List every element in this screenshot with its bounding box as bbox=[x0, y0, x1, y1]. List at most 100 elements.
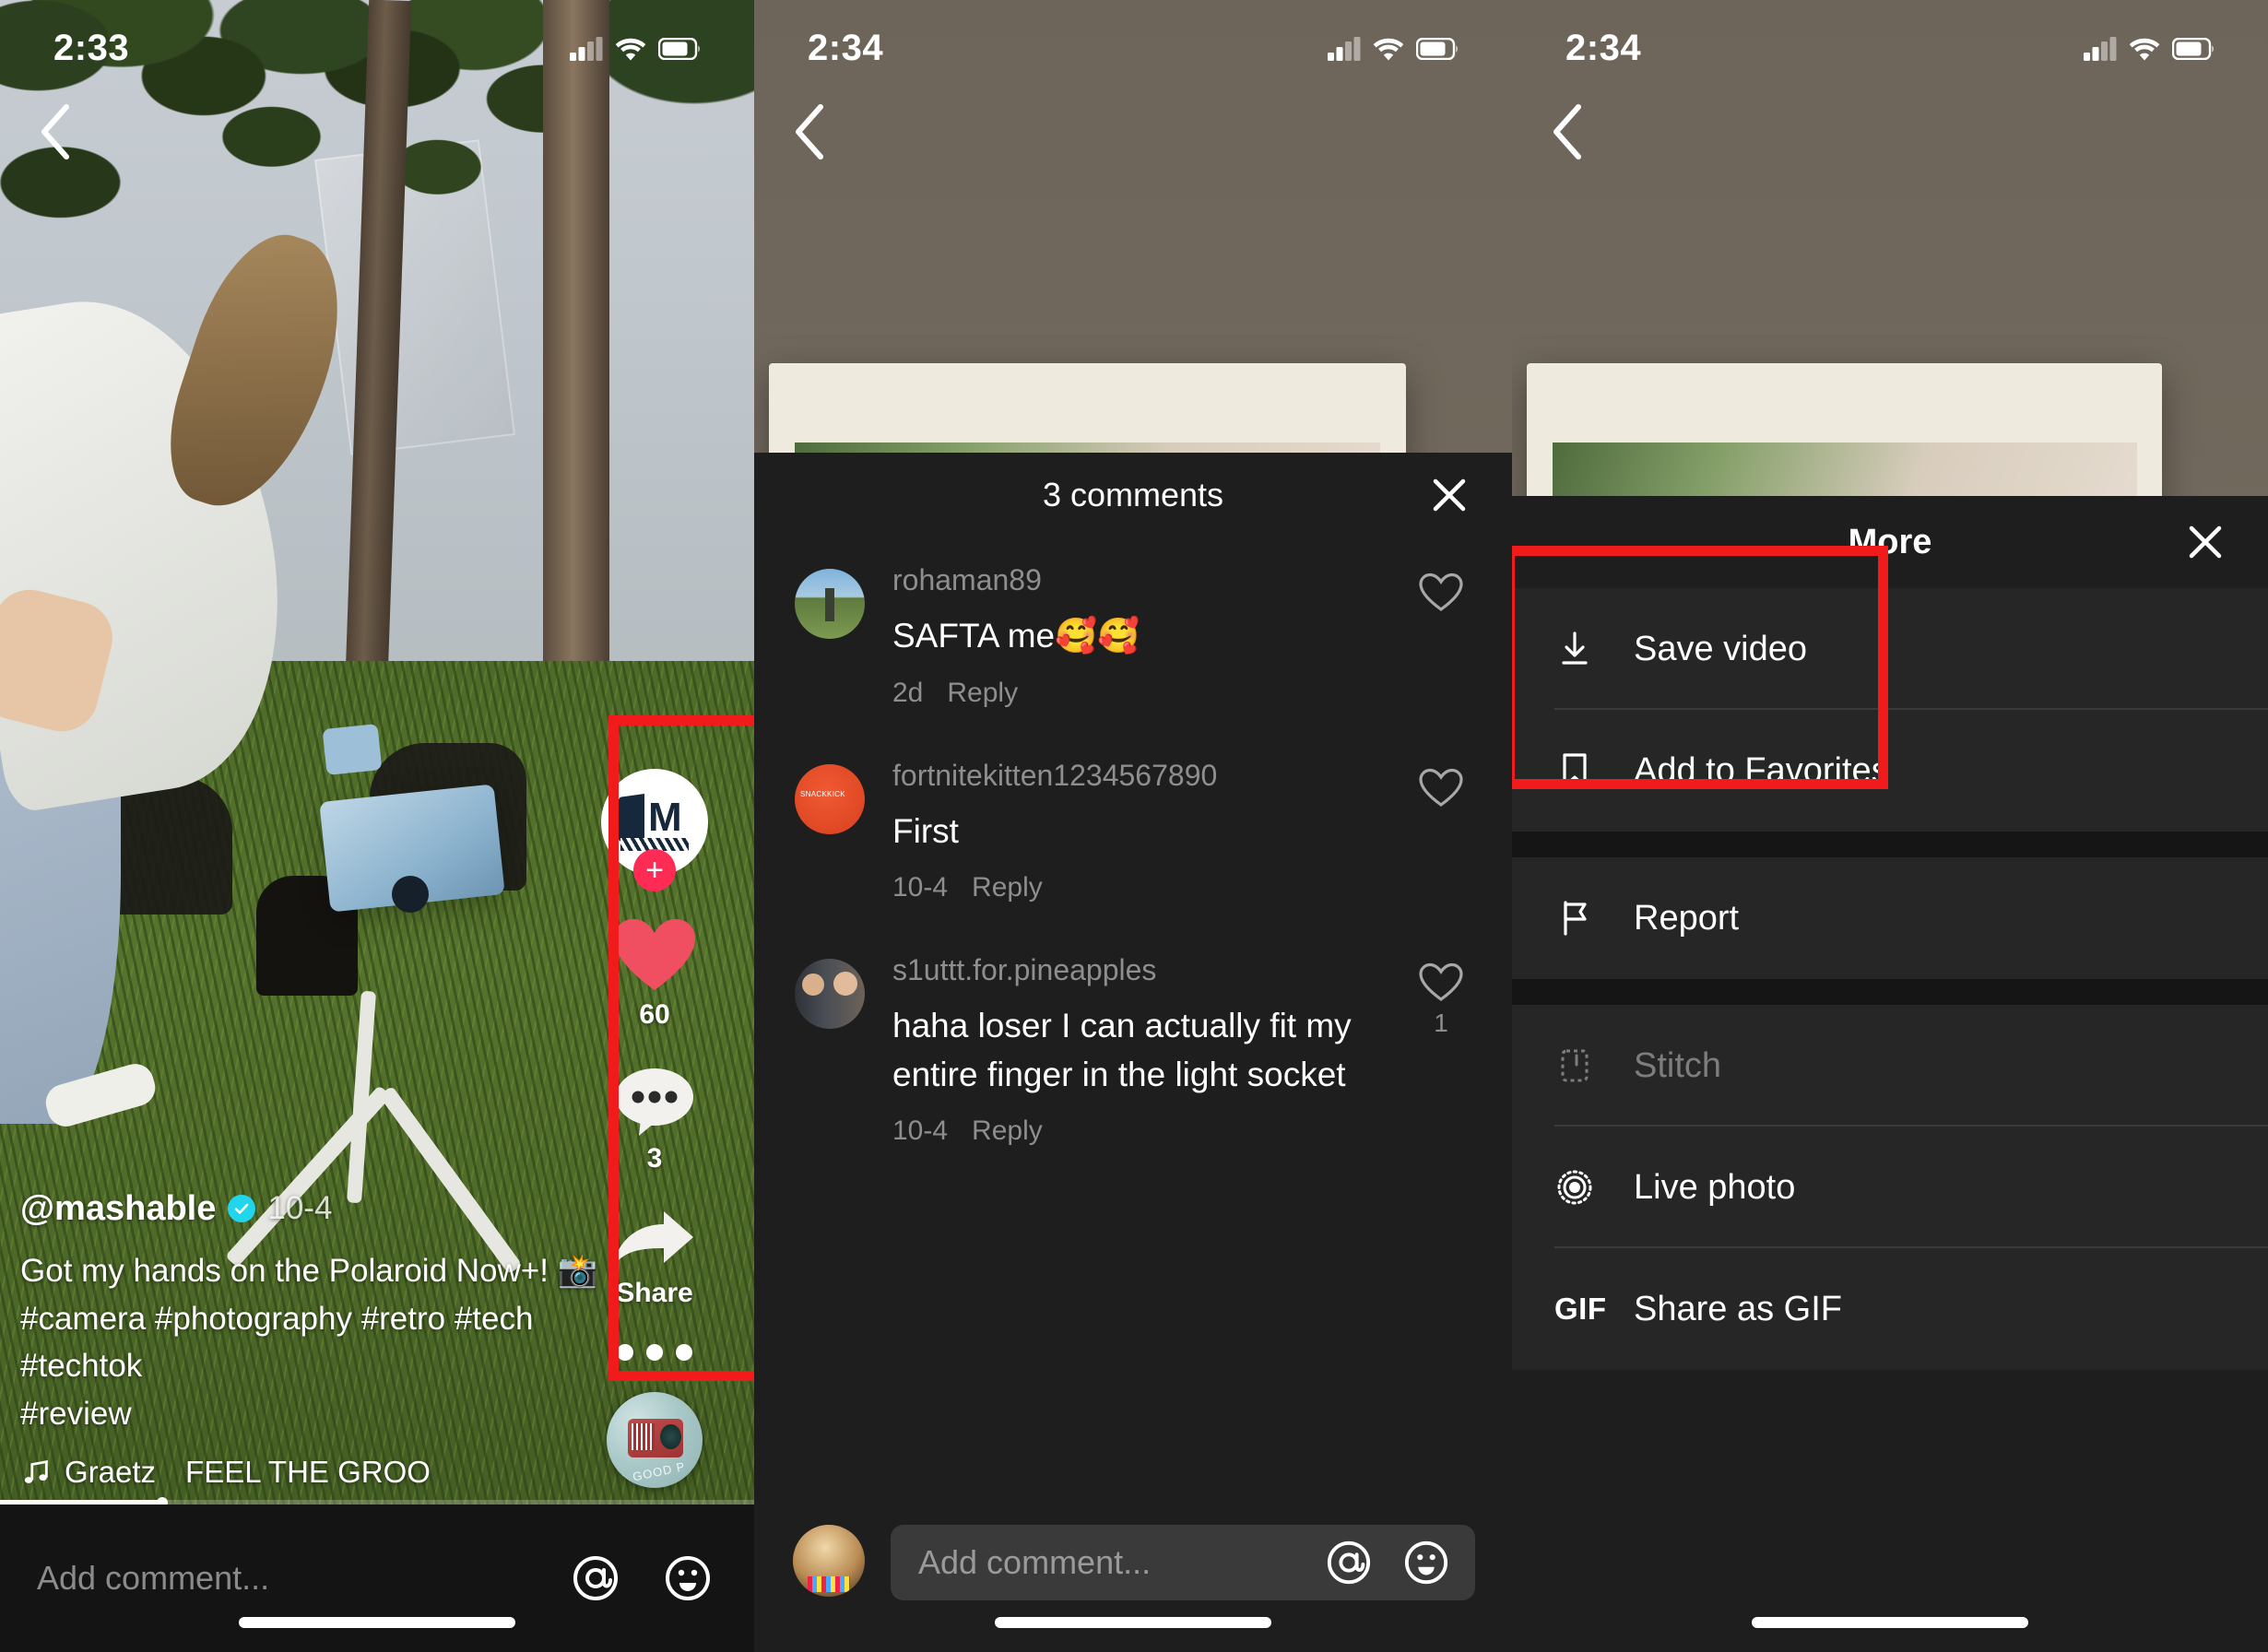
comment-username[interactable]: s1uttt.for.pineapples bbox=[892, 953, 1409, 987]
comment-button[interactable]: 3 bbox=[615, 1066, 694, 1174]
comment-bar-icons bbox=[1326, 1540, 1449, 1586]
menu-separator-gap bbox=[1512, 979, 2268, 1005]
comment-time: 10-4 bbox=[892, 1115, 949, 1147]
back-button[interactable] bbox=[31, 100, 87, 164]
status-icons bbox=[1328, 37, 1459, 61]
more-sheet-header: More bbox=[1512, 496, 2268, 588]
status-time: 2:34 bbox=[1565, 27, 1642, 68]
panel-comments: 2:34 3 comments rohaman89 SAFTA me🥰🥰 2d … bbox=[754, 0, 1512, 1652]
comment-username[interactable]: fortnitekitten1234567890 bbox=[892, 759, 1409, 793]
comment-text: haha loser I can actually fit my entire … bbox=[892, 1007, 1352, 1093]
back-button[interactable] bbox=[786, 100, 841, 164]
download-icon bbox=[1554, 629, 1606, 669]
comment-item: fortnitekitten1234567890 First 10-4 Repl… bbox=[754, 759, 1512, 904]
more-button[interactable] bbox=[617, 1344, 692, 1361]
reply-button[interactable]: Reply bbox=[947, 678, 1018, 709]
menu-item-stitch: Stitch bbox=[1512, 1005, 2268, 1127]
reply-button[interactable]: Reply bbox=[972, 872, 1043, 903]
follow-button[interactable]: + bbox=[633, 849, 676, 891]
heart-outline-icon bbox=[1419, 768, 1463, 807]
comment-input[interactable]: Add comment... bbox=[891, 1525, 1475, 1600]
battery-icon bbox=[1416, 38, 1458, 60]
comment-body: rohaman89 SAFTA me🥰🥰 2d Reply bbox=[892, 563, 1409, 709]
more-sheet: More Save video Add to Favorites Report … bbox=[1512, 496, 2268, 1652]
share-label: Share bbox=[616, 1278, 693, 1308]
comment-time: 2d bbox=[892, 677, 924, 708]
menu-item-label: Live photo bbox=[1634, 1167, 1796, 1207]
like-comment-button[interactable]: 1 bbox=[1409, 962, 1473, 1038]
like-button[interactable]: 60 bbox=[612, 916, 697, 1031]
music-row[interactable]: Graetz FEEL THE GROO bbox=[20, 1455, 610, 1490]
menu-item-live-photo[interactable]: Live photo bbox=[1512, 1127, 2268, 1248]
close-x-icon bbox=[2189, 525, 2222, 559]
battery-icon bbox=[658, 38, 700, 60]
comment-input-placeholder[interactable]: Add comment... bbox=[37, 1559, 572, 1598]
music-title: FEEL THE GROO bbox=[185, 1455, 431, 1489]
status-time: 2:34 bbox=[808, 27, 884, 68]
caption-line-3[interactable]: #review bbox=[20, 1390, 610, 1438]
close-more-button[interactable] bbox=[2185, 522, 2226, 562]
at-mention-icon[interactable] bbox=[572, 1554, 620, 1602]
author-avatar-button[interactable]: M + bbox=[601, 769, 708, 891]
comment-bar-icons bbox=[572, 1554, 712, 1602]
avatar[interactable] bbox=[795, 763, 865, 834]
reply-button[interactable]: Reply bbox=[972, 1115, 1043, 1147]
panel-more-menu: 2:34 More Save video Add to Favorites Re… bbox=[1512, 0, 2268, 1652]
share-button[interactable]: Share bbox=[612, 1210, 697, 1309]
at-mention-icon[interactable] bbox=[1326, 1540, 1372, 1586]
menu-item-share-as-gif[interactable]: GIF Share as GIF bbox=[1512, 1248, 2268, 1370]
comment-time: 10-4 bbox=[892, 872, 949, 903]
comment-item: rohaman89 SAFTA me🥰🥰 2d Reply bbox=[754, 563, 1512, 709]
menu-item-label: Report bbox=[1634, 898, 1740, 938]
more-dot-1 bbox=[617, 1344, 633, 1361]
avatar[interactable] bbox=[795, 569, 865, 639]
more-menu-group-report: Report bbox=[1512, 857, 2268, 979]
music-note-icon bbox=[24, 1459, 48, 1483]
comment-item: s1uttt.for.pineapples haha loser I can a… bbox=[754, 953, 1512, 1147]
music-disc-icon[interactable]: EL GOOD P bbox=[607, 1392, 703, 1488]
menu-item-save-video[interactable]: Save video bbox=[1512, 588, 2268, 710]
caption-line-2[interactable]: #camera #photography #retro #tech #techt… bbox=[20, 1295, 610, 1391]
home-indicator bbox=[239, 1617, 515, 1628]
menu-item-add-to-favorites[interactable]: Add to Favorites bbox=[1512, 710, 2268, 832]
home-indicator bbox=[995, 1617, 1271, 1628]
heart-outline-icon bbox=[1419, 962, 1463, 1002]
emoji-smiley-icon[interactable] bbox=[1403, 1540, 1449, 1586]
menu-separator-gap bbox=[1512, 832, 2268, 857]
panel-video-feed: 2:33 @mashable 10-4 Got my hands on the … bbox=[0, 0, 754, 1652]
close-comments-button[interactable] bbox=[1429, 475, 1470, 515]
comment-count: 3 bbox=[646, 1143, 663, 1174]
comments-count-title: 3 comments bbox=[1042, 476, 1224, 513]
camera-viewfinder bbox=[322, 724, 383, 776]
comment-username[interactable]: rohaman89 bbox=[892, 563, 1409, 597]
close-x-icon bbox=[1433, 478, 1466, 512]
three-panel-screenshot: 2:33 @mashable 10-4 Got my hands on the … bbox=[0, 0, 2268, 1652]
wifi-icon bbox=[615, 38, 646, 61]
more-menu-group-primary: Save video Add to Favorites bbox=[1512, 588, 2268, 832]
home-indicator bbox=[1752, 1617, 2028, 1628]
status-bar: 2:34 bbox=[754, 0, 1512, 83]
status-bar: 2:34 bbox=[1512, 0, 2268, 83]
camera-lens bbox=[392, 875, 430, 913]
menu-item-report[interactable]: Report bbox=[1512, 857, 2268, 979]
current-user-avatar[interactable] bbox=[793, 1525, 865, 1597]
live-photo-icon bbox=[1554, 1167, 1606, 1208]
cellular-signal-icon bbox=[2084, 37, 2117, 61]
comments-sheet: 3 comments rohaman89 SAFTA me🥰🥰 2d Reply… bbox=[754, 453, 1512, 1652]
back-chevron-icon bbox=[1553, 104, 1581, 159]
like-comment-button[interactable] bbox=[1409, 768, 1473, 814]
music-artist: Graetz bbox=[65, 1455, 157, 1489]
disc-album-text: EL GOOD P bbox=[611, 1458, 687, 1488]
back-chevron-icon bbox=[796, 104, 823, 159]
author-row[interactable]: @mashable 10-4 bbox=[20, 1189, 610, 1229]
verified-badge-icon bbox=[228, 1195, 256, 1223]
back-button[interactable] bbox=[1543, 100, 1599, 164]
comment-body: fortnitekitten1234567890 First 10-4 Repl… bbox=[892, 759, 1409, 904]
more-dot-2 bbox=[646, 1344, 663, 1361]
emoji-smiley-icon[interactable] bbox=[664, 1554, 712, 1602]
avatar[interactable] bbox=[795, 959, 865, 1030]
author-username[interactable]: @mashable bbox=[20, 1189, 216, 1229]
like-comment-button[interactable] bbox=[1409, 572, 1473, 619]
status-time: 2:33 bbox=[53, 27, 130, 68]
comment-meta: 10-4 Reply bbox=[892, 1115, 1409, 1147]
